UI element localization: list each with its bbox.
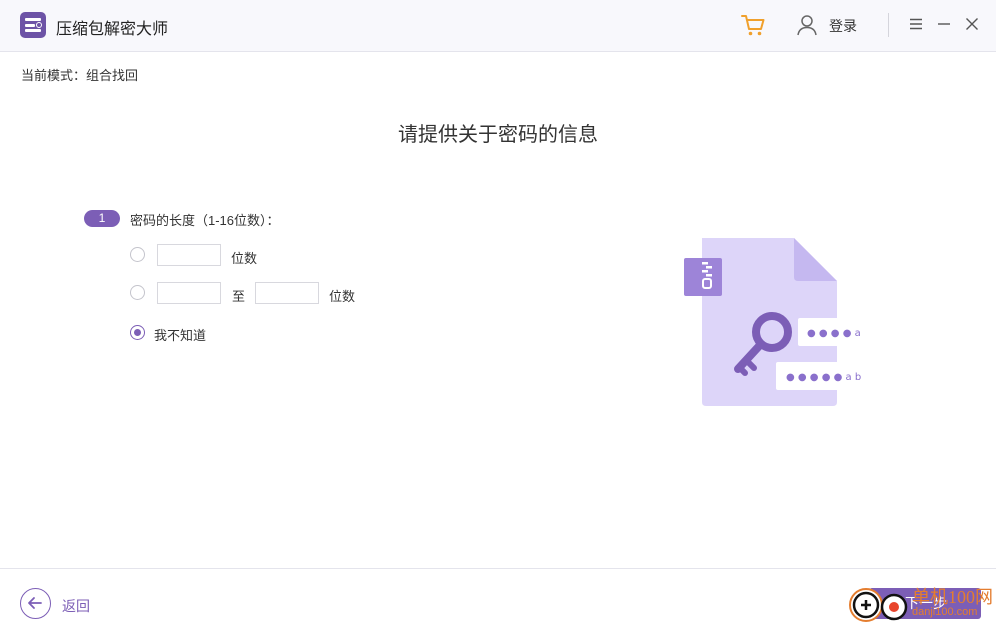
login-link[interactable]: 登录 <box>829 16 857 36</box>
exact-length-input[interactable] <box>157 244 221 266</box>
range-to-input[interactable] <box>255 282 319 304</box>
menu-icon[interactable] <box>908 16 924 32</box>
step-label: 密码的长度（1-16位数）： <box>130 213 280 228</box>
range-unit: 位数 <box>329 289 356 304</box>
radio-exact-length[interactable] <box>130 247 145 262</box>
radio-length-range[interactable] <box>130 285 145 300</box>
cart-icon[interactable] <box>740 12 766 38</box>
radio-unknown-length[interactable] <box>130 325 145 340</box>
minimize-icon[interactable] <box>936 16 952 32</box>
app-logo-icon <box>20 12 46 38</box>
range-to-label: 至 <box>232 289 246 304</box>
range-from-input[interactable] <box>157 282 221 304</box>
password-row-1: ● ● ● ● a <box>807 328 861 339</box>
arrow-left-icon <box>28 597 42 609</box>
current-mode-text: 当前模式：组合找回 <box>21 68 139 83</box>
watermark-logo-icon <box>849 588 908 622</box>
back-button[interactable] <box>20 588 51 619</box>
close-icon[interactable] <box>964 16 980 32</box>
password-row-2: ● ● ● ● ● a b <box>786 372 861 383</box>
exact-length-unit: 位数 <box>231 251 258 266</box>
app-title: 压缩包解密大师 <box>56 21 169 38</box>
watermark-url: danji100.com <box>912 606 978 618</box>
footer-divider <box>0 568 996 569</box>
title-bar: 压缩包解密大师 登录 <box>0 0 996 52</box>
step-number-badge: 1 <box>84 210 120 227</box>
zip-key-illustration: ● ● ● ● a ● ● ● ● ● a b <box>684 238 872 406</box>
back-label[interactable]: 返回 <box>62 596 90 616</box>
unknown-length-label: 我不知道 <box>154 328 207 343</box>
page-heading: 请提供关于密码的信息 <box>398 124 598 146</box>
titlebar-divider <box>888 13 889 37</box>
user-icon[interactable] <box>796 13 818 37</box>
